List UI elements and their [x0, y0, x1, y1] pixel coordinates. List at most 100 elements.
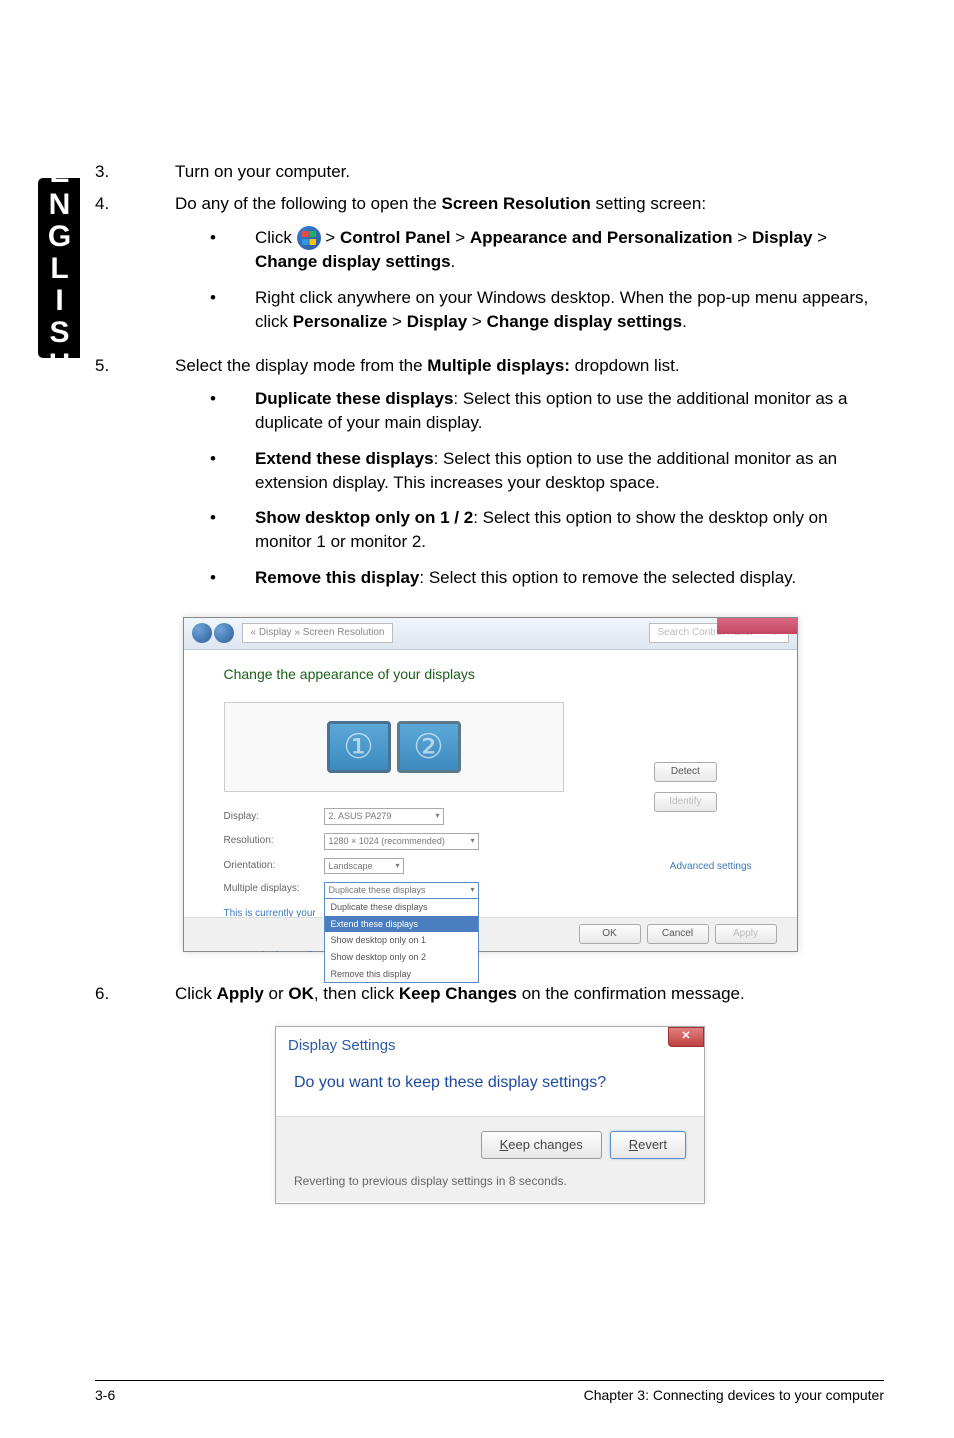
windows-start-icon: [297, 226, 321, 250]
sub-item: • Duplicate these displays: Select this …: [175, 387, 885, 435]
step-text: Select the display mode from the Multipl…: [175, 354, 885, 602]
dropdown-item-extend[interactable]: Extend these displays: [325, 916, 478, 933]
dropdown-item-only2[interactable]: Show desktop only on 2: [325, 949, 478, 966]
text-segment: Click: [175, 984, 217, 1003]
bullet: •: [210, 387, 255, 435]
detect-buttons: Detect Identify: [654, 762, 716, 812]
identify-button[interactable]: Identify: [654, 792, 716, 812]
bold-term: Display: [407, 312, 467, 331]
gt: >: [325, 228, 335, 247]
multiple-displays-dropdown[interactable]: Duplicate these displays Extend these di…: [324, 898, 479, 983]
sub-body: Duplicate these displays: Select this op…: [255, 387, 885, 435]
bold-term: Apply: [217, 984, 264, 1003]
keep-changes-button[interactable]: Keep changes: [481, 1131, 602, 1159]
bold-term: Change display settings: [487, 312, 683, 331]
detect-button[interactable]: Detect: [654, 762, 716, 782]
text-segment: or: [264, 984, 289, 1003]
text-segment: : Select this option to remove the selec…: [419, 568, 796, 587]
field-multiple-displays: Multiple displays: Duplicate these displ…: [224, 882, 757, 899]
dialog-window-title: Display Settings: [276, 1027, 704, 1060]
dialog-buttons: Keep changes Revert: [276, 1117, 704, 1173]
page-number: 3-6: [95, 1387, 115, 1403]
step-number: 6.: [95, 982, 175, 1006]
bold-term: Keep Changes: [399, 984, 517, 1003]
step-6: 6. Click Apply or OK, then click Keep Ch…: [95, 982, 885, 1006]
bold-term: Show desktop only on 1 / 2: [255, 508, 473, 527]
cancel-button[interactable]: Cancel: [647, 924, 709, 944]
step-3: 3. Turn on your computer.: [95, 160, 885, 184]
bold-term: Extend these displays: [255, 449, 434, 468]
gt: >: [392, 312, 402, 331]
bullet: •: [210, 566, 255, 590]
bold-term: Screen Resolution: [442, 194, 591, 213]
advanced-settings-link[interactable]: Advanced settings: [670, 860, 752, 874]
nav-back-button[interactable]: [192, 623, 212, 643]
display-settings-dialog: ✕ Display Settings Do you want to keep t…: [275, 1026, 705, 1204]
bold-term: OK: [288, 984, 314, 1003]
close-button[interactable]: ✕: [668, 1027, 704, 1047]
bold-term: Remove this display: [255, 568, 419, 587]
step-number: 3.: [95, 160, 175, 184]
bold-term: Multiple displays:: [427, 356, 570, 375]
dropdown-item-remove[interactable]: Remove this display: [325, 966, 478, 983]
dropdown-item-only1[interactable]: Show desktop only on 1: [325, 932, 478, 949]
bullet: •: [210, 286, 255, 334]
step-text: Click Apply or OK, then click Keep Chang…: [175, 982, 885, 1006]
revert-button[interactable]: Revert: [610, 1131, 686, 1159]
gt: >: [455, 228, 465, 247]
countdown-text: Reverting to previous display settings i…: [276, 1173, 704, 1202]
sub-body: Right click anywhere on your Windows des…: [255, 286, 885, 334]
bold-term: Appearance and Personalization: [470, 228, 733, 247]
bold-term: Control Panel: [340, 228, 451, 247]
select-orientation[interactable]: Landscape: [324, 858, 404, 875]
gt: >: [737, 228, 747, 247]
dropdown-item-duplicate[interactable]: Duplicate these displays: [325, 899, 478, 916]
text-segment: setting screen:: [591, 194, 706, 213]
sub-item: • Extend these displays: Select this opt…: [175, 447, 885, 495]
select-resolution[interactable]: 1280 × 1024 (recommended): [324, 833, 479, 850]
window-titlebar-controls[interactable]: [717, 618, 797, 634]
page-footer: 3-6 Chapter 3: Connecting devices to you…: [95, 1380, 884, 1403]
text-segment: Click: [255, 228, 297, 247]
bold-term: Personalize: [293, 312, 388, 331]
sub-body: Click > Control Panel > Appearance and P…: [255, 226, 885, 274]
label-orientation: Orientation:: [224, 859, 324, 873]
select-multiple-displays[interactable]: Duplicate these displays: [324, 882, 479, 899]
label-resolution: Resolution:: [224, 834, 324, 848]
underline-key: R: [629, 1137, 638, 1152]
sub-body: Show desktop only on 1 / 2: Select this …: [255, 506, 885, 554]
text-segment: on the confirmation message.: [517, 984, 745, 1003]
nav-forward-button[interactable]: [214, 623, 234, 643]
chapter-title: Chapter 3: Connecting devices to your co…: [584, 1387, 884, 1403]
monitor-2[interactable]: ②: [397, 721, 461, 773]
main-content: 3. Turn on your computer. 4. Do any of t…: [95, 160, 885, 1224]
text-segment: , then click: [314, 984, 399, 1003]
sub-item: • Click > Control Panel > Appearance and…: [175, 226, 885, 274]
gt: >: [472, 312, 482, 331]
text-segment: dropdown list.: [570, 356, 680, 375]
screen-resolution-screenshot: « Display » Screen Resolution Search Con…: [183, 617, 798, 952]
dialog-footer: OK Cancel Apply: [184, 917, 797, 951]
apply-button[interactable]: Apply: [715, 924, 777, 944]
step-text: Turn on your computer.: [175, 160, 885, 184]
sub-item: • Right click anywhere on your Windows d…: [175, 286, 885, 334]
period: .: [451, 252, 456, 271]
bullet: •: [210, 447, 255, 495]
sub-body: Extend these displays: Select this optio…: [255, 447, 885, 495]
dialog-message: Do you want to keep these display settin…: [276, 1060, 704, 1117]
period: .: [682, 312, 687, 331]
ok-button[interactable]: OK: [579, 924, 641, 944]
bold-term: Display: [752, 228, 812, 247]
bold-term: Duplicate these displays: [255, 389, 453, 408]
dialog-title: Change the appearance of your displays: [224, 665, 757, 685]
sub-list: • Click > Control Panel > Appearance and…: [175, 226, 885, 334]
monitor-1[interactable]: ①: [327, 721, 391, 773]
bullet: •: [210, 226, 255, 274]
select-display[interactable]: 2. ASUS PA279: [324, 808, 444, 825]
monitor-preview[interactable]: ① ②: [224, 702, 564, 792]
breadcrumb[interactable]: « Display » Screen Resolution: [242, 623, 394, 643]
sub-list: • Duplicate these displays: Select this …: [175, 387, 885, 590]
language-tab: ENGLISH: [38, 178, 80, 358]
underline-key: K: [500, 1137, 509, 1152]
nav-bar: « Display » Screen Resolution Search Con…: [184, 618, 797, 650]
